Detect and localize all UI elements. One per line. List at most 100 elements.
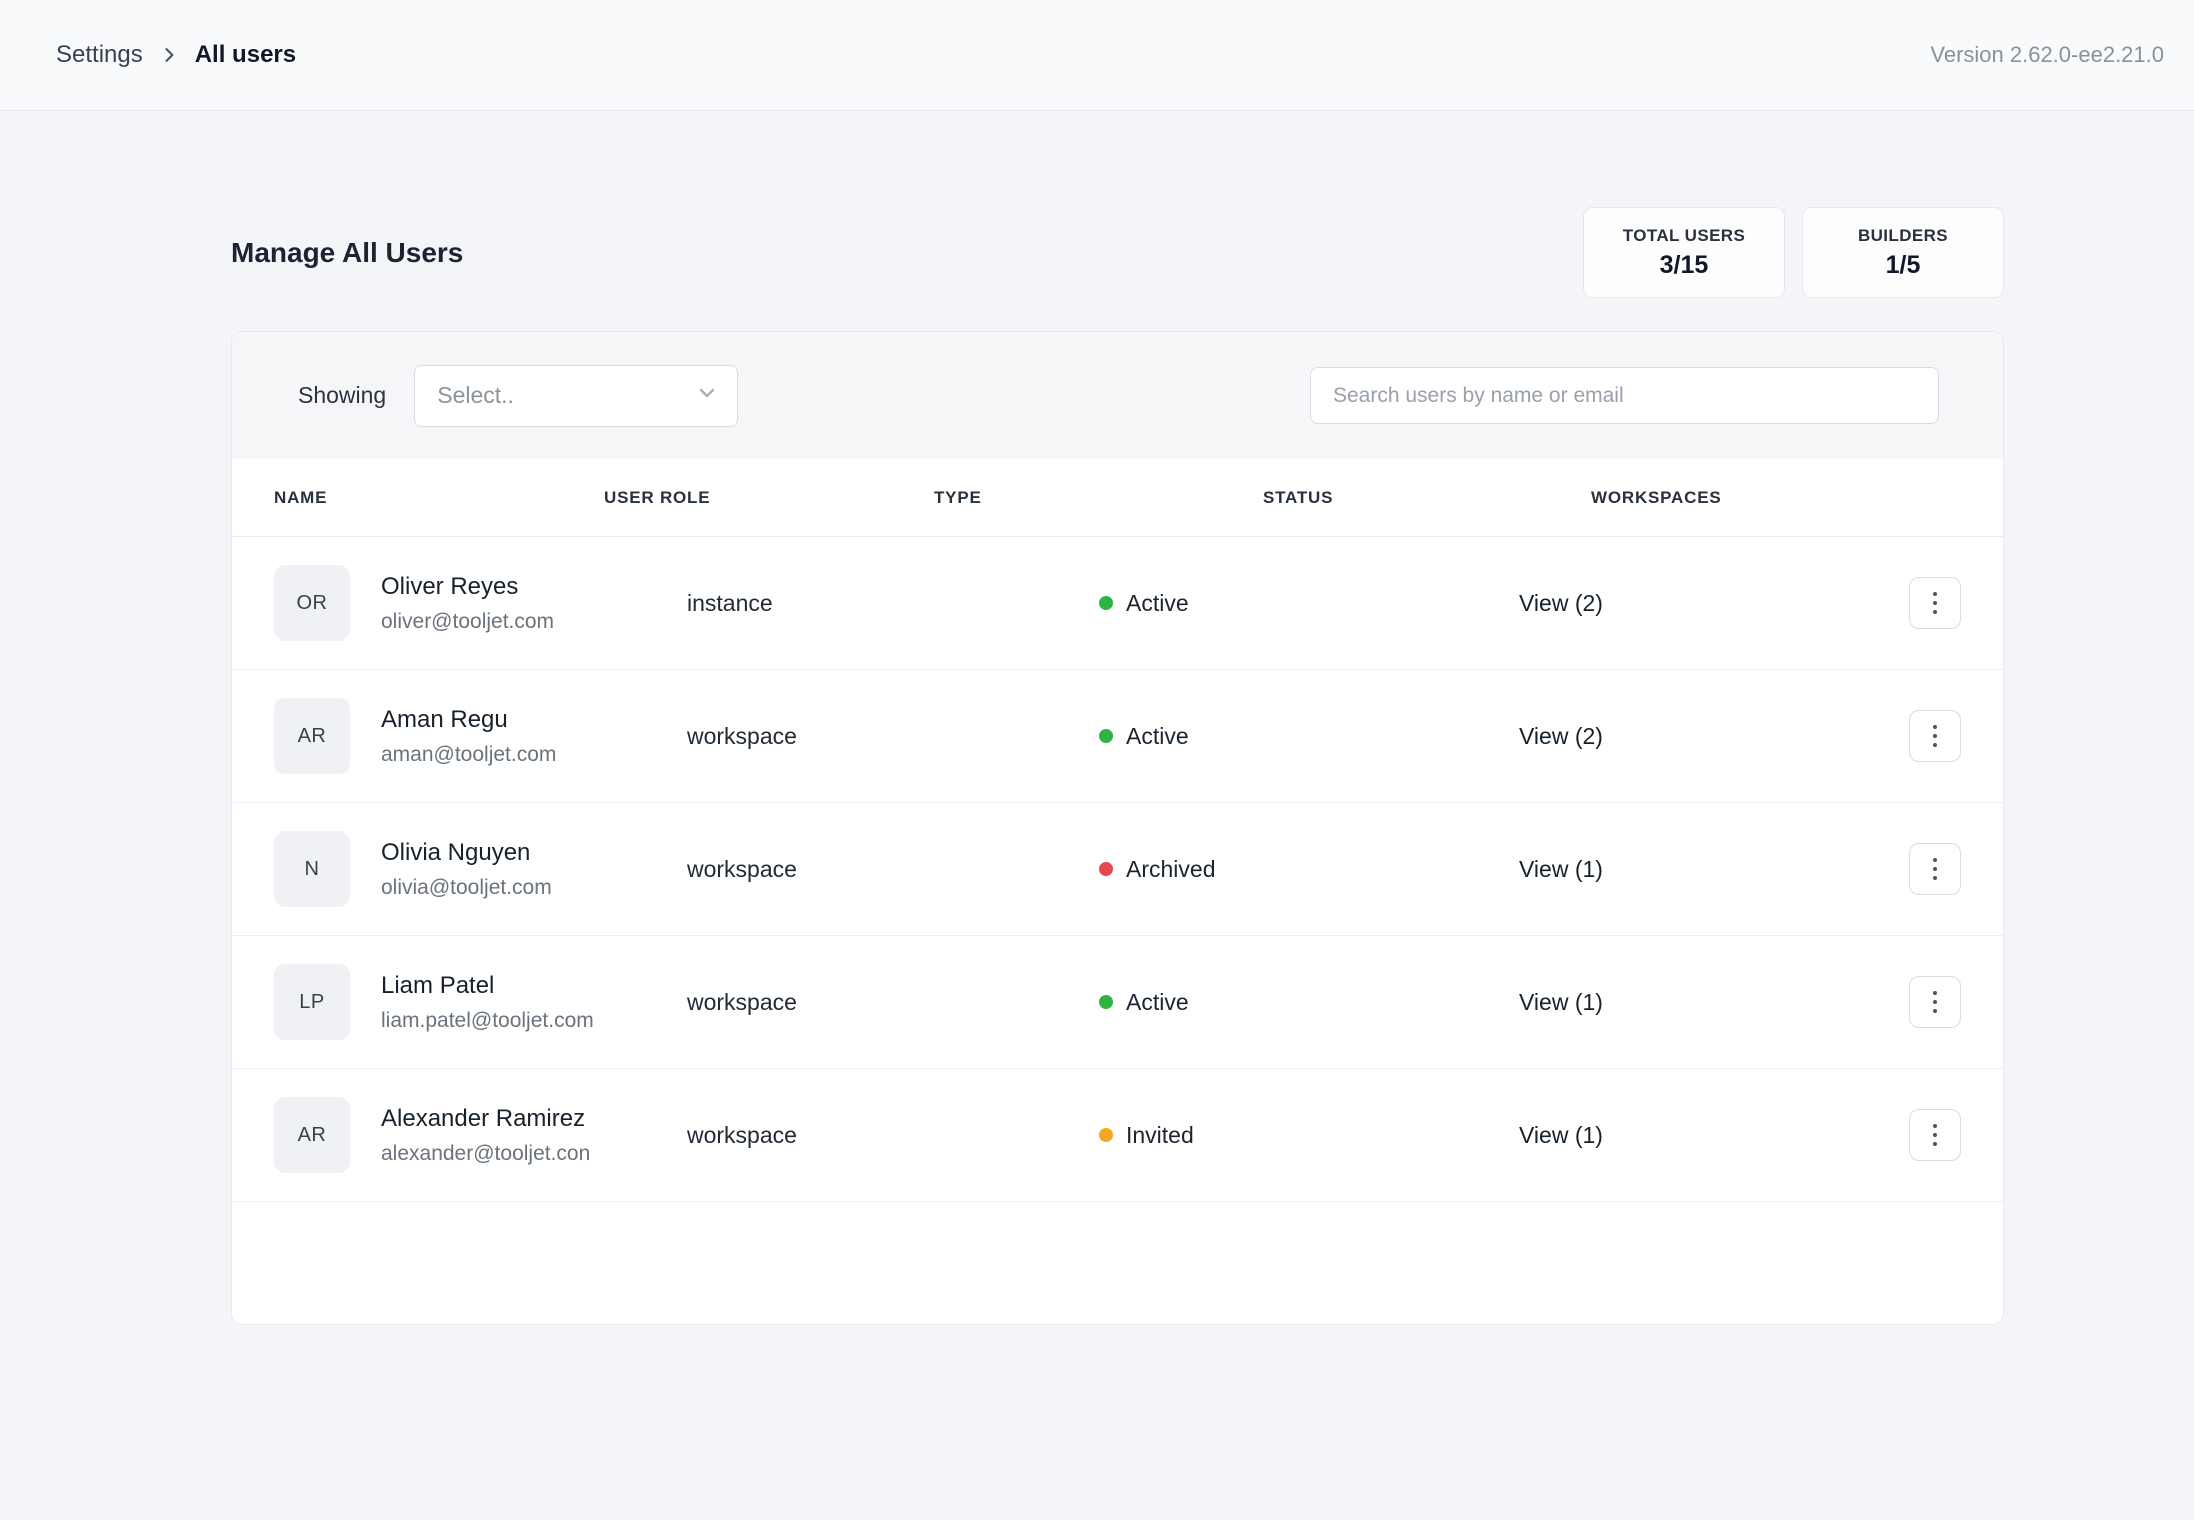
table-row: LP Liam Patel liam.patel@tooljet.com wor… xyxy=(232,936,2003,1069)
workspaces-view-link[interactable]: View (1) xyxy=(1519,1122,1899,1149)
status-label: Active xyxy=(1126,590,1189,617)
stat-total-users: TOTAL USERS 3/15 xyxy=(1583,207,1785,298)
kebab-dot-icon xyxy=(1933,867,1937,871)
status-dot-icon xyxy=(1099,729,1113,743)
breadcrumb-settings[interactable]: Settings xyxy=(56,41,143,69)
kebab-menu-button[interactable] xyxy=(1909,843,1961,895)
table-header-row: NAME USER ROLE TYPE STATUS WORKSPACES xyxy=(232,459,2003,537)
status-label: Archived xyxy=(1126,856,1215,883)
name-block: Alexander Ramirez alexander@tooljet.con xyxy=(381,1105,590,1166)
user-role-cell: workspace xyxy=(687,856,934,883)
user-name-cell: AR Aman Regu aman@tooljet.com xyxy=(274,698,687,774)
page-header: Manage All Users TOTAL USERS 3/15 BUILDE… xyxy=(231,207,2004,298)
row-actions xyxy=(1909,1109,1961,1161)
avatar: LP xyxy=(274,964,350,1040)
kebab-dot-icon xyxy=(1933,743,1937,747)
user-name-cell: LP Liam Patel liam.patel@tooljet.com xyxy=(274,964,687,1040)
user-role-cell: workspace xyxy=(687,989,934,1016)
search-input[interactable] xyxy=(1310,367,1939,424)
table-body: OR Oliver Reyes oliver@tooljet.com insta… xyxy=(232,537,2003,1202)
version-label: Version 2.62.0-ee2.21.0 xyxy=(1930,42,2164,68)
kebab-dot-icon xyxy=(1933,1124,1937,1128)
user-status-cell: Invited xyxy=(1099,1122,1519,1149)
name-block: Olivia Nguyen olivia@tooljet.com xyxy=(381,839,552,900)
user-name-cell: OR Oliver Reyes oliver@tooljet.com xyxy=(274,565,687,641)
kebab-dot-icon xyxy=(1933,1000,1937,1004)
user-email: oliver@tooljet.com xyxy=(381,610,554,634)
kebab-dot-icon xyxy=(1933,991,1937,995)
workspaces-view-link[interactable]: View (1) xyxy=(1519,856,1899,883)
user-email: aman@tooljet.com xyxy=(381,743,556,767)
kebab-dot-icon xyxy=(1933,858,1937,862)
column-header-user-role: USER ROLE xyxy=(604,488,934,508)
filter-row: Showing Select.. xyxy=(232,332,2003,459)
status-dot-icon xyxy=(1099,862,1113,876)
avatar: AR xyxy=(274,698,350,774)
user-role-cell: workspace xyxy=(687,723,934,750)
user-status-cell: Active xyxy=(1099,723,1519,750)
status-label: Active xyxy=(1126,989,1189,1016)
showing-select[interactable]: Select.. xyxy=(414,365,738,427)
row-actions xyxy=(1909,710,1961,762)
table-row: AR Aman Regu aman@tooljet.com workspace … xyxy=(232,670,2003,803)
user-name: Olivia Nguyen xyxy=(381,839,552,867)
avatar: OR xyxy=(274,565,350,641)
stat-builders-label: BUILDERS xyxy=(1858,226,1948,246)
status-dot-icon xyxy=(1099,995,1113,1009)
name-block: Liam Patel liam.patel@tooljet.com xyxy=(381,972,594,1033)
users-card: Showing Select.. NAME USER ROLE TYPE STA… xyxy=(231,331,2004,1325)
page-title: Manage All Users xyxy=(231,237,463,269)
table-row: AR Alexander Ramirez alexander@tooljet.c… xyxy=(232,1069,2003,1202)
chevron-right-icon xyxy=(159,45,179,65)
user-status-cell: Archived xyxy=(1099,856,1519,883)
row-actions xyxy=(1909,843,1961,895)
topbar: Settings All users Version 2.62.0-ee2.21… xyxy=(0,0,2194,111)
name-block: Oliver Reyes oliver@tooljet.com xyxy=(381,573,554,634)
user-name: Oliver Reyes xyxy=(381,573,554,601)
users-table: NAME USER ROLE TYPE STATUS WORKSPACES OR… xyxy=(232,459,2003,1202)
chevron-down-icon xyxy=(695,381,719,410)
showing-select-value: Select.. xyxy=(437,382,514,409)
kebab-dot-icon xyxy=(1933,1133,1937,1137)
table-row: N Olivia Nguyen olivia@tooljet.com works… xyxy=(232,803,2003,936)
user-name: Aman Regu xyxy=(381,706,556,734)
name-block: Aman Regu aman@tooljet.com xyxy=(381,706,556,767)
stat-total-users-label: TOTAL USERS xyxy=(1623,226,1745,246)
user-name: Alexander Ramirez xyxy=(381,1105,590,1133)
row-actions xyxy=(1909,577,1961,629)
kebab-dot-icon xyxy=(1933,610,1937,614)
status-dot-icon xyxy=(1099,1128,1113,1142)
column-header-name: NAME xyxy=(274,488,604,508)
user-name-cell: N Olivia Nguyen olivia@tooljet.com xyxy=(274,831,687,907)
workspaces-view-link[interactable]: View (2) xyxy=(1519,590,1899,617)
kebab-menu-button[interactable] xyxy=(1909,976,1961,1028)
user-role-cell: workspace xyxy=(687,1122,934,1149)
workspaces-view-link[interactable]: View (1) xyxy=(1519,989,1899,1016)
user-status-cell: Active xyxy=(1099,590,1519,617)
kebab-menu-button[interactable] xyxy=(1909,577,1961,629)
table-row: OR Oliver Reyes oliver@tooljet.com insta… xyxy=(232,537,2003,670)
avatar: N xyxy=(274,831,350,907)
user-email: liam.patel@tooljet.com xyxy=(381,1009,594,1033)
kebab-dot-icon xyxy=(1933,1142,1937,1146)
status-dot-icon xyxy=(1099,596,1113,610)
breadcrumb: Settings All users xyxy=(56,41,296,69)
kebab-dot-icon xyxy=(1933,725,1937,729)
kebab-menu-button[interactable] xyxy=(1909,710,1961,762)
showing-label: Showing xyxy=(298,382,386,409)
stats-cards: TOTAL USERS 3/15 BUILDERS 1/5 xyxy=(1583,207,2004,298)
workspaces-view-link[interactable]: View (2) xyxy=(1519,723,1899,750)
user-email: alexander@tooljet.con xyxy=(381,1142,590,1166)
kebab-dot-icon xyxy=(1933,1009,1937,1013)
stat-total-users-value: 3/15 xyxy=(1660,251,1709,280)
user-name-cell: AR Alexander Ramirez alexander@tooljet.c… xyxy=(274,1097,687,1173)
breadcrumb-all-users: All users xyxy=(195,41,296,69)
kebab-menu-button[interactable] xyxy=(1909,1109,1961,1161)
column-header-status: STATUS xyxy=(1263,488,1591,508)
user-email: olivia@tooljet.com xyxy=(381,876,552,900)
kebab-dot-icon xyxy=(1933,601,1937,605)
kebab-dot-icon xyxy=(1933,734,1937,738)
stat-builders-value: 1/5 xyxy=(1886,251,1921,280)
status-label: Invited xyxy=(1126,1122,1194,1149)
user-role-cell: instance xyxy=(687,590,934,617)
